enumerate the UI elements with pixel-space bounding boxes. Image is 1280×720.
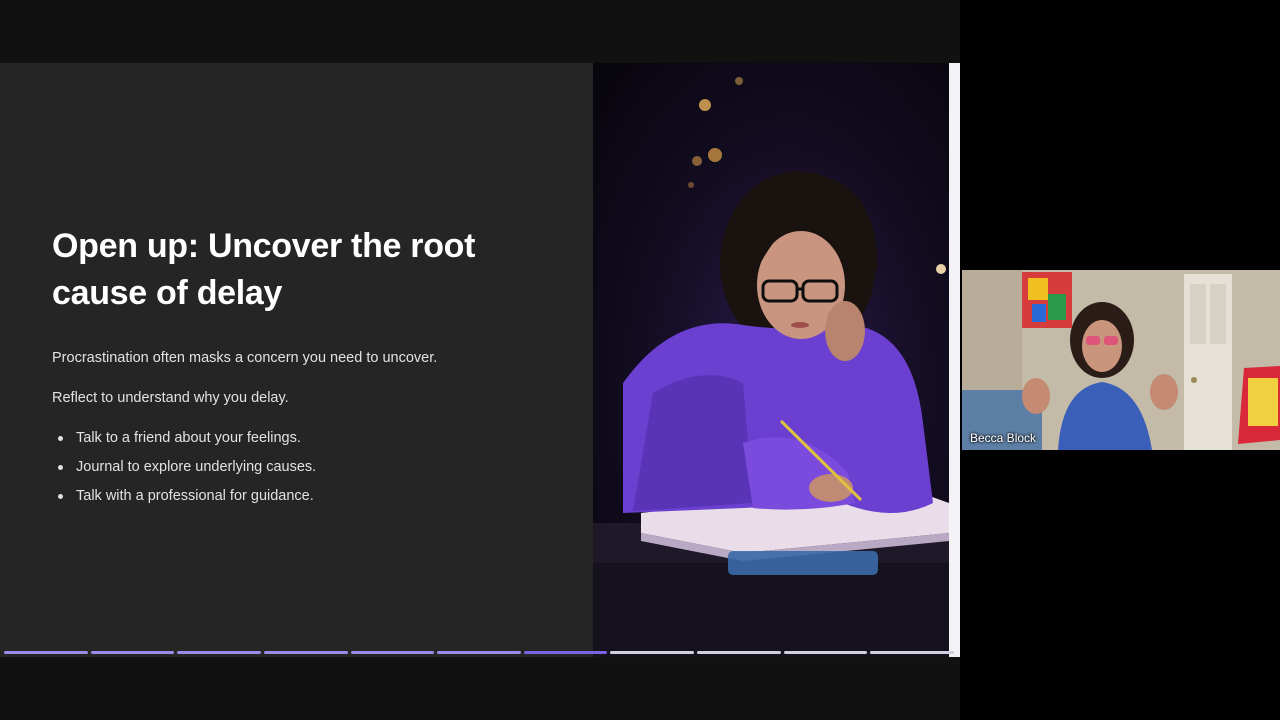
photo-illustration [593,77,949,657]
woman-journaling-photo [593,63,949,657]
progress-segment [697,651,781,654]
progress-segment [263,651,348,654]
slide-progress-bar [4,651,955,655]
slide-paragraph-1: Procrastination often masks a concern yo… [52,350,438,366]
progress-segment [4,651,88,654]
progress-segment [783,651,868,654]
slide-bullet-list: Talk to a friend about your feelings. Jo… [52,429,552,505]
bullet-dot-icon [58,494,63,499]
progress-segment [90,651,175,654]
progress-segment-current [523,651,608,654]
bullet-item: Talk with a professional for guidance. [52,487,552,505]
bullet-text: Talk with a professional for guidance. [76,488,314,504]
bullet-text: Journal to explore underlying causes. [76,459,317,475]
bullet-item: Talk to a friend about your feelings. [52,429,552,447]
bullet-dot-icon [58,465,63,470]
bullet-dot-icon [58,436,63,441]
progress-segment [350,651,435,654]
progress-segment [437,651,521,654]
progress-segment [610,651,695,654]
progress-segment [177,651,261,654]
participant-video-feed [962,270,1280,450]
progress-segment [870,651,955,654]
bullet-item: Journal to explore underlying causes. [52,458,552,476]
participant-video-tile[interactable]: Becca Block [962,270,1280,450]
meeting-screen: Open up: Uncover the root cause of delay… [0,0,1280,720]
bullet-text: Talk to a friend about your feelings. [76,430,301,446]
participant-name-label: Becca Block [970,431,1037,445]
slide-edge-strip [949,63,960,657]
screen-share-area: Open up: Uncover the root cause of delay… [0,0,960,720]
presentation-slide: Open up: Uncover the root cause of delay… [0,63,960,657]
slide-title: Open up: Uncover the root cause of delay [52,227,476,312]
slide-paragraph-2: Reflect to understand why you delay. [52,390,289,406]
slide-text-block: Open up: Uncover the root cause of delay… [52,223,552,516]
